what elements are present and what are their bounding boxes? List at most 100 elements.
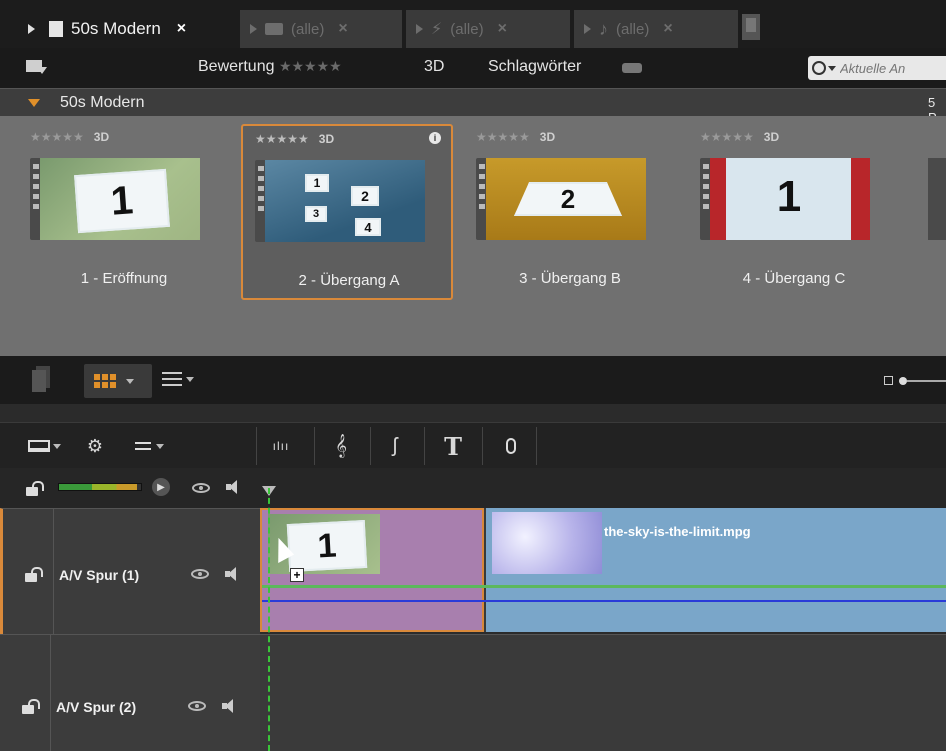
film-note-icon <box>49 21 63 37</box>
tab-music[interactable]: ♪ (alle) × <box>574 10 738 48</box>
toolbar-separator <box>370 427 371 465</box>
thumbnail-card: 2 <box>351 186 379 206</box>
3d-badge: 3D <box>318 132 335 146</box>
scorefitter-button[interactable]: 𝄞 <box>326 431 356 461</box>
pages-icon[interactable] <box>32 366 50 392</box>
speaker-icon[interactable] <box>226 480 242 494</box>
library-toolbar <box>0 356 946 404</box>
tab-bar: 50s Modern × (alle) × ⚡ (alle) × ♪ (alle… <box>0 0 946 48</box>
zoom-track[interactable] <box>907 379 946 382</box>
speaker-icon[interactable] <box>225 567 241 581</box>
tab-effects[interactable]: ⚡ (alle) × <box>406 10 570 48</box>
close-icon[interactable]: × <box>498 20 507 38</box>
thumbnail-card: 1 <box>305 174 329 192</box>
3d-badge: 3D <box>93 130 110 144</box>
library-item[interactable]: ★★★★★ 3D 2 3 - Übergang B <box>464 124 676 300</box>
thumbnail-view-button[interactable] <box>84 364 152 398</box>
tab-label: 50s Modern <box>71 19 161 38</box>
sound-effects-button[interactable]: ʃ <box>380 431 410 461</box>
item-label: 1 - Eröffnung <box>80 270 168 287</box>
volume-envelope-blue[interactable] <box>262 600 946 602</box>
item-stars[interactable]: ★★★★★ <box>255 132 309 146</box>
lock-icon[interactable] <box>25 567 43 582</box>
threed-filter[interactable]: 3D <box>424 58 444 76</box>
zoom-small-icon <box>884 376 893 385</box>
list-view-button[interactable] <box>162 372 194 386</box>
3d-badge: 3D <box>763 130 780 144</box>
chevron-down-icon[interactable] <box>155 443 164 449</box>
chevron-down-icon[interactable] <box>828 65 836 71</box>
grid-icon <box>94 374 116 388</box>
library-header: 50s Modern 5 P <box>0 88 946 125</box>
close-icon[interactable]: × <box>338 20 347 38</box>
timeline-toolbar: ⚙ ılıı 𝄞 ʃ T <box>0 422 946 468</box>
lock-icon[interactable] <box>22 699 40 714</box>
zoom-slider[interactable] <box>884 376 946 385</box>
new-tab-icon[interactable] <box>742 14 760 40</box>
title-editor-button[interactable]: T <box>438 431 468 461</box>
toolbar-separator <box>314 427 315 465</box>
lock-icon[interactable] <box>26 481 44 496</box>
voiceover-button[interactable] <box>496 431 526 461</box>
volume-envelope-green[interactable] <box>262 585 946 588</box>
expand-arrow-icon[interactable] <box>28 24 35 34</box>
library-menu-icon[interactable] <box>26 58 48 76</box>
panel-divider[interactable] <box>0 404 946 422</box>
speaker-icon[interactable] <box>222 699 238 713</box>
track-layout-button[interactable] <box>24 431 64 461</box>
close-icon[interactable]: × <box>663 20 672 38</box>
expand-arrow-icon[interactable] <box>416 24 423 34</box>
expand-arrow-icon[interactable] <box>250 24 257 34</box>
audio-mixer-button[interactable]: ılıı <box>266 431 296 461</box>
settings-button[interactable]: ⚙ <box>80 431 110 461</box>
eye-icon[interactable] <box>191 569 209 579</box>
rating-stars[interactable]: ★★★★★ <box>279 58 342 74</box>
audio-mixer-icon: ılıı <box>272 439 290 453</box>
squiggle-icon: ʃ <box>392 434 398 457</box>
library-item[interactable]: ★★★★★ 3D 1 4 - Übergang C <box>688 124 900 300</box>
tab-photos[interactable]: (alle) × <box>240 10 402 48</box>
collapse-caret-icon[interactable] <box>28 99 40 107</box>
chevron-down-icon[interactable] <box>186 376 194 382</box>
thumbnail-card: 1 <box>776 172 802 221</box>
item-thumbnail: 1 <box>710 158 870 240</box>
item-label: 2 - Übergang A <box>298 272 400 289</box>
tab-50s-modern[interactable]: 50s Modern × <box>18 10 236 48</box>
keywords-toggle-icon[interactable] <box>622 63 642 73</box>
rating-filter[interactable]: Bewertung ★★★★★ <box>198 58 342 76</box>
chevron-down-icon[interactable] <box>52 443 61 449</box>
search-input[interactable] <box>840 60 940 76</box>
item-stars[interactable]: ★★★★★ <box>30 130 84 144</box>
tab-label: (alle) <box>616 20 650 38</box>
zoom-knob[interactable] <box>899 376 907 385</box>
chevron-down-icon[interactable] <box>126 378 134 384</box>
video-clip[interactable]: the-sky-is-the-limit.mpg <box>486 508 946 632</box>
track-header-av2[interactable]: A/V Spur (2) <box>0 634 260 751</box>
library-item-selected[interactable]: ★★★★★ 3D i 1 2 3 4 2 - Übergang A <box>241 124 453 300</box>
search-icon[interactable] <box>812 61 826 75</box>
eye-icon[interactable] <box>192 483 210 493</box>
track-header-av1[interactable]: A/V Spur (1) <box>0 508 260 634</box>
list-icon <box>162 372 182 386</box>
close-icon[interactable]: × <box>177 20 186 38</box>
tab-label: (alle) <box>450 20 484 38</box>
eye-icon[interactable] <box>188 701 206 711</box>
track-name: A/V Spur (1) <box>59 567 140 583</box>
text-tool-icon: T <box>444 431 462 461</box>
edit-mode-button[interactable] <box>126 431 172 461</box>
lightning-icon: ⚡ <box>431 21 443 38</box>
edit-mode-icon <box>134 442 151 450</box>
library-item-partial[interactable] <box>928 158 946 240</box>
track-layout-icon <box>27 440 50 452</box>
item-stars[interactable]: ★★★★★ <box>700 130 754 144</box>
expand-arrow-icon[interactable] <box>584 24 591 34</box>
info-icon[interactable]: i <box>429 132 441 144</box>
play-circle-icon[interactable]: ▶ <box>152 478 170 496</box>
toolbar-separator <box>256 427 257 465</box>
item-stars[interactable]: ★★★★★ <box>476 130 530 144</box>
item-thumbnail: 1 <box>40 158 200 240</box>
playhead-line[interactable] <box>268 488 270 751</box>
keywords-filter[interactable]: Schlagwörter <box>488 58 581 76</box>
library-item[interactable]: ★★★★★ 3D 1 1 - Eröffnung <box>18 124 230 300</box>
track-lane-av2[interactable] <box>260 634 946 751</box>
